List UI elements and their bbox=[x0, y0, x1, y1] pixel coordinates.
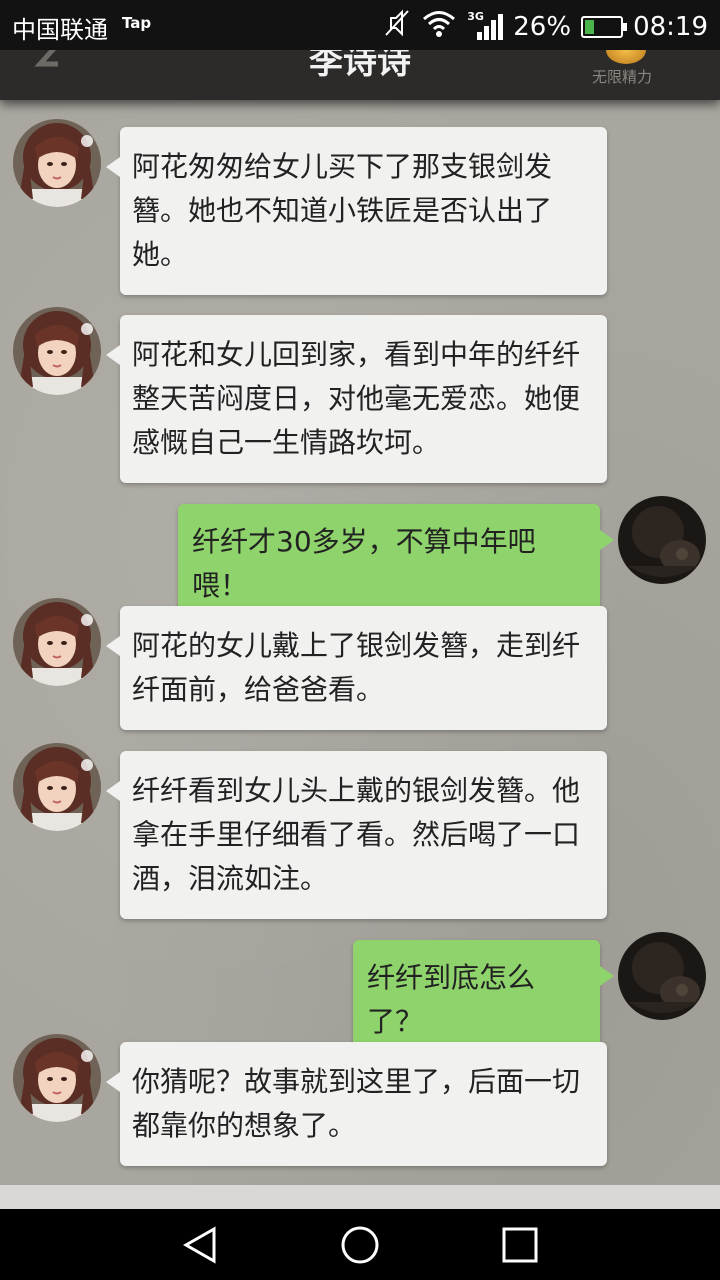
wifi-icon bbox=[421, 8, 457, 45]
carrier-name: 中国联通 bbox=[12, 16, 108, 44]
contact-avatar[interactable] bbox=[13, 307, 101, 395]
contact-avatar[interactable] bbox=[13, 598, 101, 686]
input-bar[interactable] bbox=[0, 1185, 720, 1209]
energy-label[interactable]: 无限精力 bbox=[592, 66, 652, 87]
back-triangle-icon[interactable] bbox=[178, 1223, 222, 1267]
incoming-message-bubble: 你猜呢？故事就到这里了，后面一切都靠你的想象了。 bbox=[106, 1042, 607, 1166]
navigation-bar bbox=[0, 1209, 720, 1280]
mute-icon bbox=[383, 8, 411, 45]
incoming-message-bubble: 阿花的女儿戴上了银剑发簪，走到纤纤面前，给爸爸看。 bbox=[106, 606, 607, 730]
battery-fill bbox=[585, 19, 594, 34]
tap-badge: Tap bbox=[122, 14, 152, 32]
user-avatar[interactable] bbox=[618, 496, 706, 584]
incoming-message-bubble: 纤纤看到女儿头上戴的银剑发簪。他拿在手里仔细看了看。然后喝了一口酒，泪流如注。 bbox=[106, 751, 607, 919]
battery-icon bbox=[581, 15, 628, 38]
clock: 08:19 bbox=[633, 11, 708, 42]
chat-header: 李诗诗 无限精力 bbox=[0, 50, 720, 100]
battery-percent: 26% bbox=[513, 11, 572, 42]
status-bar: 中国联通 Tap 3G 26% 08:19 bbox=[0, 0, 720, 50]
incoming-message-bubble: 阿花和女儿回到家，看到中年的纤纤整天苦闷度日，对他毫无爱恋。她便感慨自己一生情路… bbox=[106, 315, 607, 483]
signal-icon: 3G bbox=[467, 10, 504, 42]
recents-square-icon[interactable] bbox=[498, 1223, 542, 1267]
user-avatar[interactable] bbox=[618, 932, 706, 1020]
contact-avatar[interactable] bbox=[13, 119, 101, 207]
contact-avatar[interactable] bbox=[13, 743, 101, 831]
contact-avatar[interactable] bbox=[13, 1034, 101, 1122]
home-circle-icon[interactable] bbox=[338, 1223, 382, 1267]
chat-area[interactable]: 阿花匆匆给女儿买下了那支银剑发簪。她也不知道小铁匠是否认出了她。 阿花和女儿回到家… bbox=[0, 100, 720, 1185]
incoming-message-bubble: 阿花匆匆给女儿买下了那支银剑发簪。她也不知道小铁匠是否认出了她。 bbox=[106, 127, 607, 295]
